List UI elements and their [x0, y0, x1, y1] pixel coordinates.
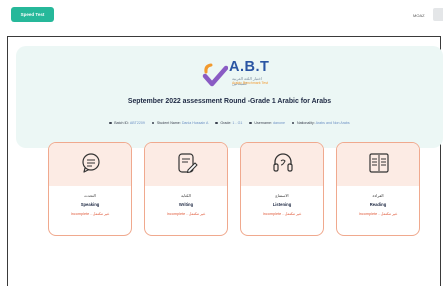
meta-username: Username: danone — [249, 121, 285, 125]
card-arabic-label: الاستماع — [275, 194, 289, 198]
book-icon — [369, 153, 389, 173]
card-english-label: Reading — [369, 202, 387, 207]
card-status: Incomplete - غير مكتمل — [166, 212, 206, 216]
assessment-panel: A.B.T اختبار اللغة العربية للمبتدئين Ara… — [7, 36, 443, 286]
logo-english-text: Arabic Benchmark Test — [232, 81, 268, 85]
card-arabic-label: التحدث — [84, 194, 96, 198]
skill-cards: التحدث Speaking Incomplete - غير مكتمل ا… — [48, 142, 421, 237]
card-english-label: Listening — [272, 202, 292, 207]
card-status: Incomplete - غير مكتمل — [70, 212, 110, 216]
card-status: Incomplete - غير مكتمل — [262, 212, 302, 216]
skill-card-speaking[interactable]: التحدث Speaking Incomplete - غير مكتمل — [48, 142, 132, 236]
skill-card-writing[interactable]: الكتابة Writing Incomplete - غير مكتمل — [144, 142, 228, 236]
assessment-header: A.B.T اختبار اللغة العربية للمبتدئين Ara… — [16, 46, 443, 148]
meta-student-name: Student Name: Dania Hussain A — [151, 121, 208, 125]
speed-test-button[interactable]: Speed Test — [11, 7, 54, 22]
card-arabic-label: القراءة — [372, 194, 384, 198]
card-arabic-label: الكتابة — [181, 194, 191, 198]
checkmark-logo-icon — [202, 63, 228, 87]
meta-batch-id: Batch ID: ABT2209 — [109, 121, 145, 125]
skill-card-reading[interactable]: القراءة Reading Incomplete - غير مكتمل — [336, 142, 420, 236]
card-english-label: Speaking — [80, 202, 100, 207]
card-english-label: Writing — [178, 202, 194, 207]
logo-text: A.B.T — [229, 59, 270, 75]
user-name[interactable]: MOAZ — [413, 13, 425, 18]
skill-card-listening[interactable]: الاستماع Listening Incomplete - غير مكتم… — [240, 142, 324, 236]
card-status: Incomplete - غير مكتمل — [358, 212, 398, 216]
abt-logo: A.B.T اختبار اللغة العربية للمبتدئين Ara… — [202, 58, 276, 92]
student-meta: Batch ID: ABT2209 Student Name: Dania Hu… — [16, 121, 443, 125]
meta-nationality: Nationality: Arabs and Non Arabs — [291, 121, 350, 125]
user-menu-button[interactable] — [433, 8, 443, 21]
top-bar: Speed Test MOAZ — [0, 0, 443, 34]
headphones-icon — [273, 153, 293, 172]
writing-icon — [178, 153, 198, 174]
page-title: September 2022 assessment Round -Grade 1… — [127, 98, 332, 105]
meta-grade: Grade: 1 - G1 — [215, 121, 242, 125]
speech-bubble-icon — [82, 153, 100, 173]
